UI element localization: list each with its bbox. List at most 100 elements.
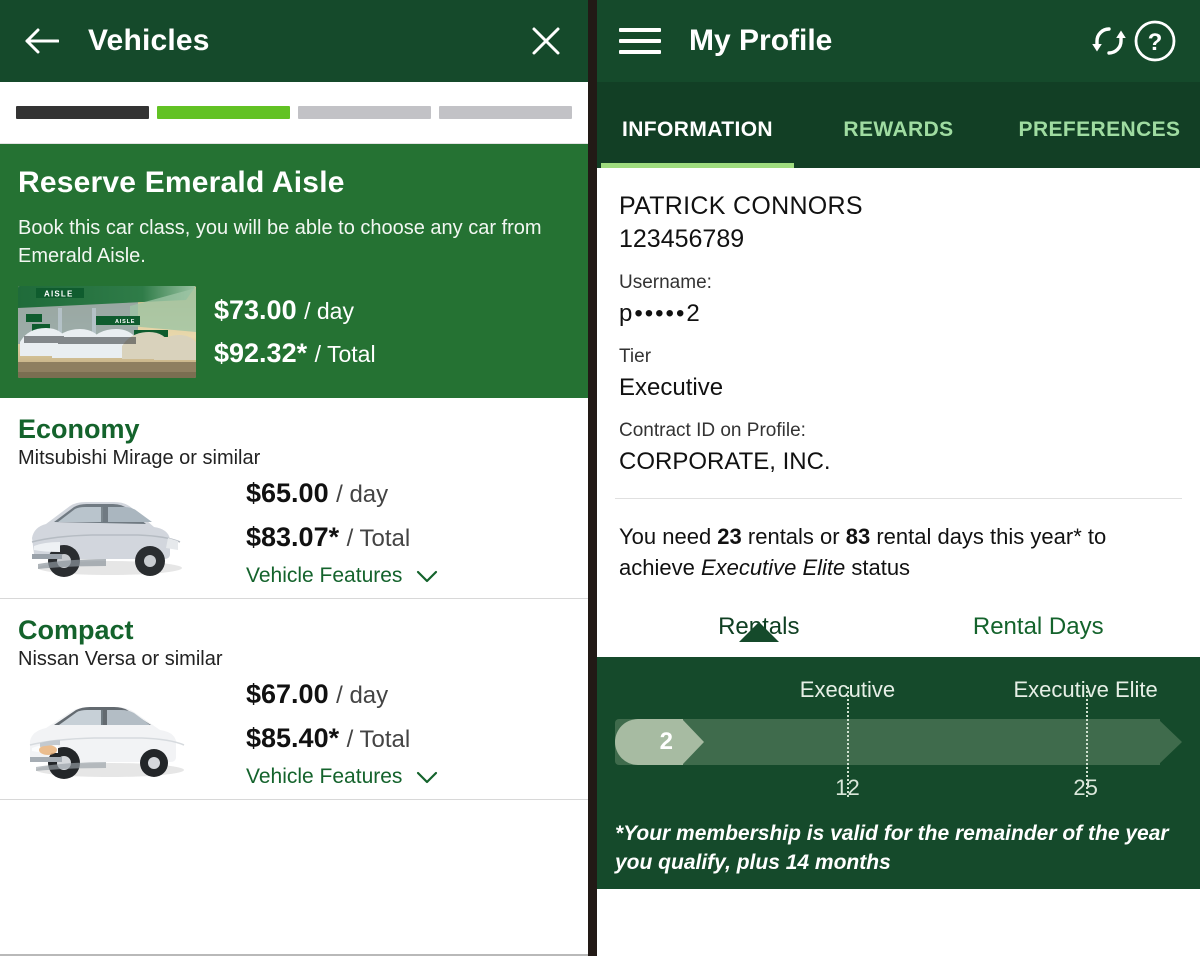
daily-unit: / day <box>336 481 389 508</box>
toggle-rental-days[interactable]: Rental Days <box>899 613 1179 641</box>
profile-title: My Profile <box>689 24 833 57</box>
daily-unit: / day <box>336 682 389 709</box>
booking-step-progress <box>0 82 588 144</box>
milestone-value-executive-elite: 25 <box>1073 775 1098 800</box>
vehicle-row-compact[interactable]: Compact Nissan Versa or similar $67.00 /… <box>0 599 588 800</box>
sync-icon[interactable] <box>1086 18 1132 64</box>
daily-unit: / day <box>304 298 354 324</box>
total-amount: $85.40* <box>246 723 340 753</box>
vehicle-daily-price: $65.00 / day <box>246 472 388 516</box>
emerald-aisle-card[interactable]: Reserve Emerald Aisle Book this car clas… <box>0 144 588 398</box>
progress-current-value: 2 <box>659 728 673 755</box>
tier-status-block: You need 23 rentals or 83 rental days th… <box>597 499 1200 657</box>
progress-track-tip <box>1158 719 1182 765</box>
rental-days-needed-count: 83 <box>845 524 871 549</box>
vehicle-class-name: Economy <box>18 414 140 444</box>
milestone-value-executive: 12 <box>835 775 860 800</box>
vehicles-panel: Vehicles Reserve Emerald Aisle Book this… <box>0 0 588 956</box>
status-prefix: You need <box>619 524 718 549</box>
daily-amount: $73.00 <box>214 295 297 325</box>
tier-progress-bar: 2 <box>615 687 1182 797</box>
tab-rewards[interactable]: REWARDS <box>798 118 999 168</box>
vehicle-total-price: $85.40* / Total <box>246 717 410 761</box>
vehicles-header: Vehicles <box>0 0 588 82</box>
vehicle-price-info: $67.00 / day $85.40* / Total Vehicle Fea… <box>196 673 570 789</box>
vehicle-features-toggle[interactable]: Vehicle Features <box>246 564 438 588</box>
vehicle-daily-price: $67.00 / day <box>246 673 388 717</box>
membership-footnote: *Your membership is valid for the remain… <box>615 822 1169 874</box>
toggle-rentals[interactable]: Rentals <box>619 613 899 642</box>
metric-toggle: Rentals Rental Days <box>619 613 1178 657</box>
profile-panel: My Profile ? INFORMATION REWARDS PREFERE… <box>597 0 1200 956</box>
emerald-aisle-title: Reserve Emerald Aisle <box>18 166 345 199</box>
tier-label: Tier <box>619 346 652 367</box>
progress-fill-tip <box>682 719 704 765</box>
vehicle-model-name: Nissan Versa or similar <box>18 648 223 670</box>
panel-divider <box>588 0 597 956</box>
profile-information-content: PATRICK CONNORS 123456789 Username: p•••… <box>597 168 1200 956</box>
progress-fill: 2 <box>615 719 704 765</box>
contract-id-label: Contract ID on Profile: <box>619 420 806 441</box>
step-segment-1 <box>16 106 149 119</box>
username-value: p•••••2 <box>619 300 702 327</box>
total-unit: / Total <box>314 341 376 367</box>
step-segment-2 <box>157 106 290 119</box>
target-tier-name: Executive Elite <box>700 555 846 580</box>
vehicle-features-toggle[interactable]: Vehicle Features <box>246 765 438 789</box>
svg-text:AISLE: AISLE <box>44 290 74 299</box>
help-circle-icon[interactable]: ? <box>1132 18 1178 64</box>
tier-value: Executive <box>619 374 724 401</box>
emerald-aisle-daily-price: $73.00 / day <box>214 293 376 328</box>
hamburger-menu-icon[interactable] <box>619 20 661 62</box>
total-unit: / Total <box>346 726 411 753</box>
vehicle-row-body: $65.00 / day $83.07* / Total Vehicle Fea… <box>18 472 570 588</box>
selected-pointer-icon <box>738 622 779 642</box>
chevron-down-icon <box>416 570 438 583</box>
daily-amount: $67.00 <box>246 679 329 709</box>
toggle-rental-days-label: Rental Days <box>972 613 1104 640</box>
rentals-needed-count: 23 <box>717 524 742 549</box>
profile-header: My Profile ? <box>597 0 1200 82</box>
username-label: Username: <box>619 272 712 293</box>
tier-progress-panel: Executive Executive Elite 2 12 25 *Your … <box>597 657 1200 889</box>
tier-milestone-values: 12 25 <box>615 775 1182 809</box>
emerald-aisle-photo: AISLE AISLE <box>18 286 196 378</box>
daily-amount: $65.00 <box>246 478 329 508</box>
profile-name: PATRICK CONNORS <box>619 192 863 220</box>
back-arrow-icon[interactable] <box>20 19 64 63</box>
tier-milestone-labels: Executive Executive Elite <box>615 677 1182 709</box>
emerald-aisle-prices: $73.00 / day $92.32* / Total <box>214 293 376 371</box>
svg-text:AISLE: AISLE <box>115 319 135 325</box>
vehicle-model-name: Mitsubishi Mirage or similar <box>18 447 261 469</box>
step-segment-4 <box>439 106 572 119</box>
tab-preferences[interactable]: PREFERENCES <box>999 118 1200 168</box>
vehicle-row-economy[interactable]: Economy Mitsubishi Mirage or similar $65… <box>0 398 588 599</box>
step-segment-3 <box>298 106 431 119</box>
contract-id-value: CORPORATE, INC. <box>619 448 831 475</box>
total-amount: $92.32* <box>214 338 308 368</box>
close-icon[interactable] <box>524 19 568 63</box>
page-title: Vehicles <box>88 24 210 57</box>
dual-panel-screenshot: Vehicles Reserve Emerald Aisle Book this… <box>0 0 1200 956</box>
tab-information[interactable]: INFORMATION <box>597 118 798 168</box>
profile-details: PATRICK CONNORS 123456789 Username: p•••… <box>597 168 1200 498</box>
vehicle-total-price: $83.07* / Total <box>246 516 410 560</box>
vehicle-row-body: $67.00 / day $85.40* / Total Vehicle Fea… <box>18 673 570 789</box>
tier-status-text: You need 23 rentals or 83 rental days th… <box>619 521 1178 583</box>
member-number: 123456789 <box>619 225 745 253</box>
status-middle: rentals or <box>741 524 846 549</box>
vehicle-features-label: Vehicle Features <box>246 564 403 587</box>
status-end: status <box>845 555 911 580</box>
vehicle-photo-economy <box>18 476 196 584</box>
total-amount: $83.07* <box>246 522 340 552</box>
profile-tabs: INFORMATION REWARDS PREFERENCES <box>597 82 1200 168</box>
emerald-aisle-body: AISLE AISLE $73.00 / day $92.32* / Total <box>18 286 570 378</box>
emerald-aisle-description: Book this car class, you will be able to… <box>18 217 542 267</box>
svg-text:?: ? <box>1148 29 1163 56</box>
vehicle-class-name: Compact <box>18 615 134 645</box>
vehicle-features-label: Vehicle Features <box>246 765 403 788</box>
chevron-down-icon <box>416 771 438 784</box>
emerald-aisle-total-price: $92.32* / Total <box>214 336 376 371</box>
vehicle-photo-compact <box>18 677 196 785</box>
vehicle-price-info: $65.00 / day $83.07* / Total Vehicle Fea… <box>196 472 570 588</box>
